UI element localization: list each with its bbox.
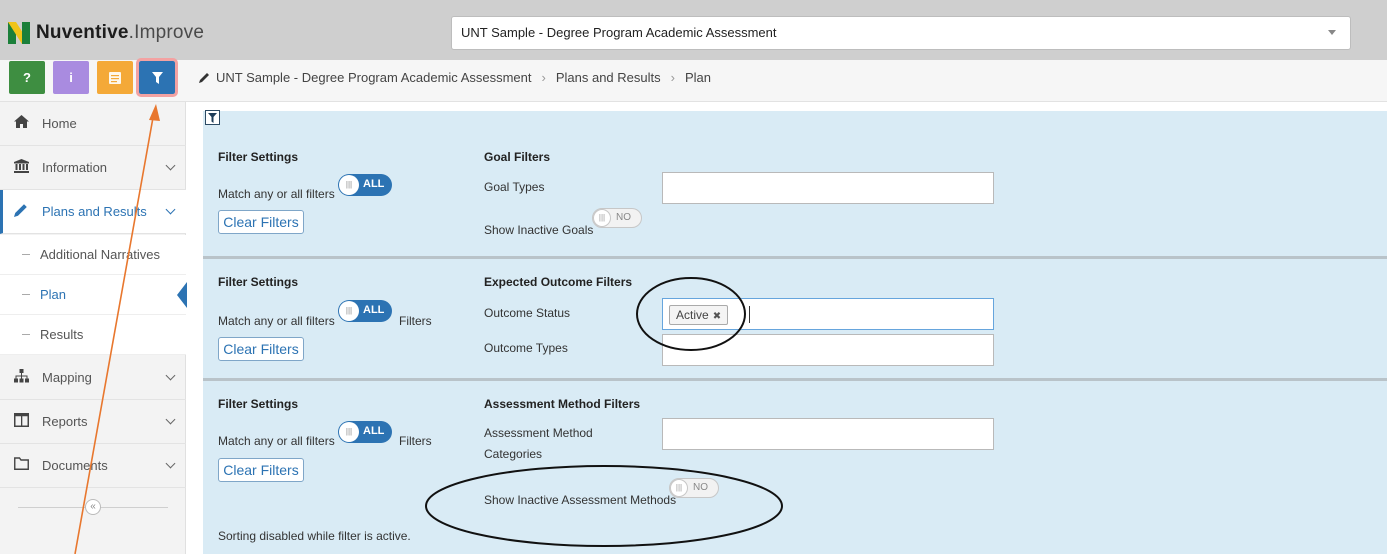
collapse-sidebar-icon[interactable]: «: [85, 499, 101, 515]
method-filters-heading: Assessment Method Filters: [484, 397, 641, 411]
help-icon: ?: [23, 70, 31, 85]
sidebar-item-label: Documents: [42, 458, 108, 473]
show-inactive-methods-toggle[interactable]: ||| NO: [669, 478, 719, 498]
sidebar-subitem-label: Additional Narratives: [40, 247, 160, 262]
clear-filters-button[interactable]: Clear Filters: [218, 210, 304, 234]
filter-settings-heading: Filter Settings: [218, 275, 299, 289]
columns-icon: [12, 412, 30, 431]
match-filters-label: Match any or all filters: [218, 314, 335, 328]
filters-label: Filters: [399, 434, 432, 448]
help-button[interactable]: ?: [9, 61, 45, 94]
method-categories-input[interactable]: [662, 418, 994, 450]
filters-label: Filters: [399, 314, 432, 328]
goal-filters-heading: Goal Filters: [484, 150, 551, 164]
info-button[interactable]: i: [53, 61, 89, 94]
pencil-icon: [12, 203, 30, 221]
chevron-down-icon: [165, 414, 176, 425]
active-tag[interactable]: Active ✖: [669, 305, 729, 325]
show-inactive-goals-toggle[interactable]: ||| NO: [592, 208, 642, 228]
match-all-toggle[interactable]: ||| ALL: [338, 174, 392, 196]
section-divider: [203, 256, 1387, 259]
sidebar-item-plans-and-results[interactable]: Plans and Results: [0, 190, 186, 234]
sidebar-subitem-results[interactable]: Results: [0, 315, 186, 355]
sorting-note: Sorting disabled while filter is active.: [218, 529, 411, 543]
toggle-knob-icon: |||: [593, 209, 611, 227]
breadcrumb-separator-icon: ›: [541, 70, 546, 85]
match-filters-label: Match any or all filters: [218, 434, 335, 448]
show-inactive-methods-label: Show Inactive Assessment Methods: [484, 493, 677, 507]
sidebar-item-information[interactable]: Information: [0, 146, 186, 190]
sidebar-subitem-plan[interactable]: Plan: [0, 275, 187, 315]
sidebar-item-label: Reports: [42, 414, 88, 429]
outcome-status-label: Outcome Status: [484, 306, 571, 320]
outcome-types-input[interactable]: [662, 334, 994, 366]
sidebar-item-label: Information: [42, 160, 108, 175]
chevron-down-icon: [1328, 30, 1336, 35]
institution-icon: [12, 158, 30, 177]
clear-filters-button[interactable]: Clear Filters: [218, 458, 304, 482]
match-filters-label: Match any or all filters: [218, 187, 335, 201]
home-icon: [12, 115, 30, 132]
sidebar-item-label: Mapping: [42, 370, 92, 385]
outcome-filters-heading: Expected Outcome Filters: [484, 275, 633, 289]
logo-text: Nuventive.Improve: [36, 22, 205, 43]
sidebar-item-label: Plans and Results: [42, 204, 147, 219]
filter-toggle-icon[interactable]: [205, 110, 220, 125]
toggle-knob-icon: |||: [670, 479, 688, 497]
match-all-toggle[interactable]: ||| ALL: [338, 421, 392, 443]
goal-types-input[interactable]: [662, 172, 994, 204]
pencil-icon: [199, 73, 209, 83]
sidebar-collapse: «: [0, 490, 186, 524]
filter-settings-heading: Filter Settings: [218, 397, 299, 411]
program-select[interactable]: UNT Sample - Degree Program Academic Ass…: [451, 16, 1351, 50]
sidebar-subitem-label: Plan: [40, 287, 67, 302]
chevron-down-icon: [165, 160, 176, 171]
chevron-down-icon: [165, 458, 176, 469]
filter-button[interactable]: [136, 58, 178, 97]
method-categories-label-2: Categories: [484, 447, 543, 461]
goal-types-label: Goal Types: [484, 180, 545, 194]
remove-tag-icon[interactable]: ✖: [713, 311, 721, 322]
breadcrumb-plans-results[interactable]: Plans and Results: [556, 70, 661, 85]
sidebar-subitem-additional-narratives[interactable]: Additional Narratives: [0, 235, 186, 275]
outcome-types-label: Outcome Types: [484, 341, 568, 355]
sidebar-item-reports[interactable]: Reports: [0, 400, 186, 444]
sidebar: Home Information Plans and Results Addit…: [0, 102, 187, 554]
sitemap-icon: [12, 368, 30, 387]
toggle-knob-icon: |||: [339, 422, 359, 442]
method-categories-label: Assessment Method: [484, 426, 593, 440]
sidebar-item-home[interactable]: Home: [0, 102, 186, 146]
folder-icon: [12, 457, 30, 474]
chevron-down-icon: [165, 370, 176, 381]
sidebar-item-documents[interactable]: Documents: [0, 444, 186, 488]
notes-button[interactable]: [97, 61, 133, 94]
sidebar-item-label: Home: [42, 116, 77, 131]
outcome-status-input[interactable]: Active ✖: [662, 298, 994, 330]
breadcrumb: UNT Sample - Degree Program Academic Ass…: [199, 70, 711, 85]
top-bar: Nuventive.Improve UNT Sample - Degree Pr…: [0, 0, 1387, 60]
breadcrumb-plan: Plan: [684, 70, 711, 85]
info-icon: i: [69, 70, 73, 85]
program-select-value: UNT Sample - Degree Program Academic Ass…: [461, 25, 777, 40]
sidebar-item-mapping[interactable]: Mapping: [0, 356, 186, 400]
breadcrumb-program[interactable]: UNT Sample - Degree Program Academic Ass…: [216, 70, 532, 85]
text-cursor: [749, 306, 750, 323]
filter-icon: [151, 71, 163, 84]
toggle-knob-icon: |||: [339, 301, 359, 321]
sidebar-subitem-label: Results: [40, 327, 84, 342]
clear-filters-button[interactable]: Clear Filters: [218, 337, 304, 361]
nuventive-logo-icon: [8, 22, 30, 44]
show-inactive-goals-label: Show Inactive Goals: [484, 223, 594, 237]
section-divider: [203, 378, 1387, 381]
toolbar-row: ? i UNT Sample - Degree Program Academic…: [0, 58, 1387, 102]
notes-icon: [109, 71, 121, 84]
breadcrumb-separator-icon: ›: [670, 70, 675, 85]
toggle-knob-icon: |||: [339, 175, 359, 195]
match-all-toggle[interactable]: ||| ALL: [338, 300, 392, 322]
logo[interactable]: Nuventive.Improve: [8, 20, 204, 46]
chevron-down-icon: [165, 204, 176, 215]
filter-settings-heading: Filter Settings: [218, 150, 299, 164]
